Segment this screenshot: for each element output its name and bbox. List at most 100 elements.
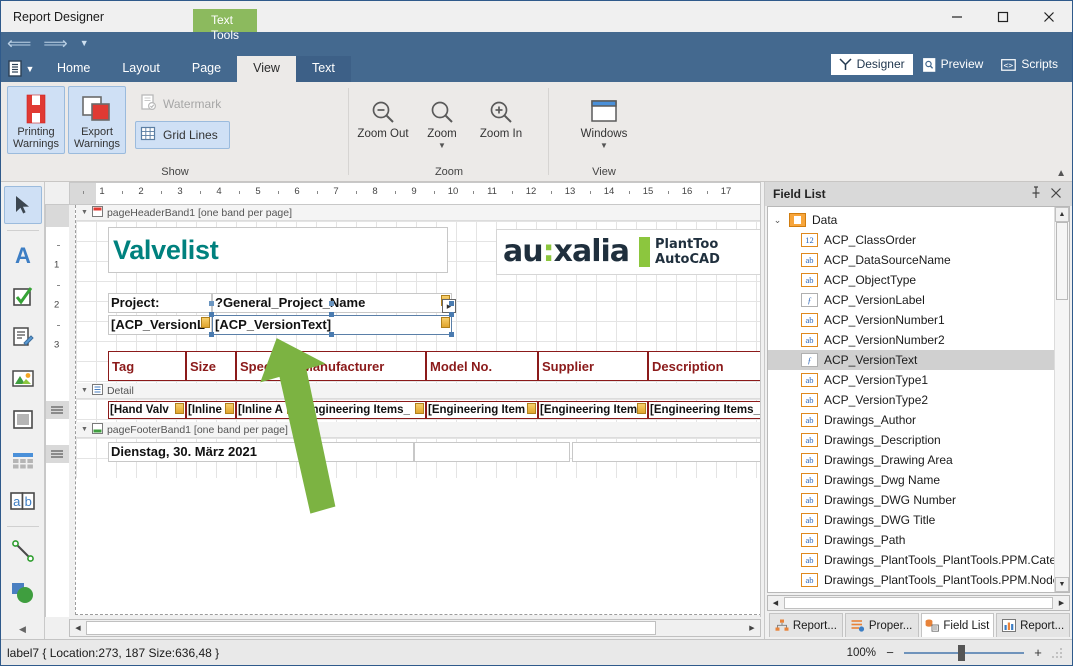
detail-cell[interactable]: [Inline — [186, 401, 236, 419]
zoom-in-button[interactable]: Zoom In — [473, 90, 529, 141]
field-list-item[interactable]: ab Drawings_PlantTools_PlantTools.PPM.Nod… — [768, 570, 1054, 590]
tab-home[interactable]: Home — [41, 56, 106, 82]
resize-grip-icon[interactable] — [1052, 646, 1066, 660]
scrollbar-track[interactable] — [656, 620, 744, 636]
picture-box-tool[interactable] — [4, 359, 42, 397]
zoom-out-button[interactable]: Zoom Out — [355, 90, 411, 141]
tab-property-grid[interactable]: Proper... — [844, 613, 919, 637]
page-footer-band-content[interactable]: Dienstag, 30. März 2021 — [76, 438, 760, 478]
resize-handle[interactable] — [329, 312, 334, 317]
tab-view[interactable]: View — [237, 56, 296, 82]
field-list-item[interactable]: ab Drawings_Author — [768, 410, 1054, 430]
smart-tag-icon[interactable] — [415, 403, 424, 414]
table-header-cell[interactable]: Spec — [236, 351, 298, 381]
tab-field-list[interactable]: Field List — [920, 613, 995, 637]
table-header-row[interactable]: Tag Size Spec Manufacturer Model No. Supplier… — [108, 351, 760, 381]
footer-date-label[interactable]: Dienstag, 30. März 2021 — [108, 442, 414, 462]
scroll-left-button[interactable]: ◀ — [768, 596, 783, 610]
designer-mode-button[interactable]: Designer — [830, 54, 913, 75]
detail-cell[interactable]: [Engineering Item — [538, 401, 648, 419]
field-list-item[interactable]: ƒ ACP_VersionLabel — [768, 290, 1054, 310]
detail-band-content[interactable]: [Hand Valv [Inline [Inline A [Engineering … — [76, 399, 760, 422]
field-list-item[interactable]: ab ACP_VersionType1 — [768, 370, 1054, 390]
detail-cell[interactable]: [Inline A — [236, 401, 298, 419]
printing-warnings-button[interactable]: Printing Warnings — [7, 86, 65, 154]
detail-row[interactable]: [Hand Valv [Inline [Inline A [Engineering … — [108, 401, 760, 419]
tab-report-gallery[interactable]: Report... — [996, 613, 1070, 637]
table-header-cell[interactable]: Description — [648, 351, 760, 381]
redo-icon[interactable]: ⟹ — [43, 35, 67, 52]
field-list-tree[interactable]: ⌄ Data 12 ACP_ClassOrder ab ACP_DataSourceNam… — [768, 207, 1054, 592]
table-header-cell[interactable]: Supplier — [538, 351, 648, 381]
resize-handle[interactable] — [449, 312, 454, 317]
band-header-page-footer[interactable]: ▼ pageFooterBand1 [one band per page] — [76, 422, 760, 438]
detail-cell[interactable]: [Engineering Items_ — [298, 401, 426, 419]
watermark-button[interactable]: Watermark — [135, 90, 230, 118]
collapse-ribbon-button[interactable]: ▲ — [1056, 168, 1066, 179]
scroll-down-button[interactable]: ▼ — [1055, 577, 1069, 592]
field-list-item[interactable]: ab Drawings_Drawing Area — [768, 450, 1054, 470]
scroll-right-button[interactable]: ▶ — [1054, 596, 1069, 610]
smart-tag-icon[interactable] — [175, 403, 184, 414]
scroll-up-button[interactable]: ▲ — [1055, 207, 1069, 222]
chevron-down-icon[interactable]: ▼ — [80, 39, 89, 48]
undo-icon[interactable]: ⟸ — [7, 35, 31, 52]
preview-mode-button[interactable]: Preview — [915, 54, 992, 75]
line-tool[interactable] — [4, 532, 42, 570]
toolbox-collapse-button[interactable]: ◀ — [19, 624, 26, 639]
chevron-down-icon[interactable]: ▼ — [81, 426, 88, 433]
zoom-slider-thumb[interactable] — [958, 644, 965, 661]
detail-cell[interactable]: [Engineering Items_D — [648, 401, 760, 419]
field-list-item[interactable]: ab Drawings_DWG Number — [768, 490, 1054, 510]
minimize-button[interactable] — [934, 1, 980, 32]
report-title-label[interactable]: Valvelist — [108, 227, 448, 273]
resize-handle[interactable] — [449, 301, 454, 306]
resize-handle[interactable] — [209, 332, 214, 337]
maximize-button[interactable] — [980, 1, 1026, 32]
windows-button[interactable]: Windows ▼ — [567, 90, 641, 150]
resize-handle[interactable] — [329, 301, 334, 306]
zoom-button[interactable]: Zoom ▼ — [414, 90, 470, 150]
project-label[interactable]: Project: — [108, 293, 212, 313]
detail-cell[interactable]: [Engineering Item — [426, 401, 538, 419]
smart-tag-icon[interactable] — [527, 403, 536, 414]
expander-icon[interactable]: ⌄ — [772, 215, 783, 226]
scripts-mode-button[interactable]: <> Scripts — [993, 54, 1066, 75]
export-warnings-button[interactable]: Export Warnings — [68, 86, 126, 154]
grid-lines-button[interactable]: Grid Lines — [135, 121, 231, 149]
chevron-down-icon[interactable]: ▼ — [81, 387, 88, 394]
band-header-page-header[interactable]: ▼ pageHeaderBand1 [one band per page] — [76, 205, 760, 221]
field-list-item[interactable]: ab ACP_VersionNumber1 — [768, 310, 1054, 330]
field-list-item[interactable]: 12 ACP_ClassOrder — [768, 230, 1054, 250]
footer-placeholder-2[interactable] — [572, 442, 760, 462]
page-header-band-content[interactable]: Valvelist au: xalia PlantToo AutoCAD Pro… — [76, 221, 760, 383]
field-list-item[interactable]: ab ACP_DataSourceName — [768, 250, 1054, 270]
tab-page[interactable]: Page — [176, 56, 237, 82]
field-list-item[interactable]: ƒ ACP_VersionText — [768, 350, 1054, 370]
field-list-item[interactable]: ab ACP_VersionType2 — [768, 390, 1054, 410]
design-surface[interactable]: ▼ pageHeaderBand1 [one band per page] Va… — [69, 204, 761, 617]
field-list-item[interactable]: ab Drawings_DWG Title — [768, 510, 1054, 530]
pointer-tool[interactable] — [3, 186, 42, 224]
table-tool[interactable] — [4, 441, 42, 479]
panel-tool[interactable] — [4, 400, 42, 438]
scrollbar-thumb[interactable] — [784, 597, 1053, 609]
field-list-root-node[interactable]: ⌄ Data — [768, 210, 1054, 230]
check-box-tool[interactable] — [4, 277, 42, 315]
close-button[interactable] — [1026, 1, 1072, 32]
application-menu-button[interactable]: ▼ — [1, 55, 41, 82]
field-list-item[interactable]: ab Drawings_PlantTools_PlantTools.PPM.Cat… — [768, 550, 1054, 570]
canvas-horizontal-scrollbar[interactable]: ◀ ▶ — [69, 619, 761, 637]
smart-tag-icon[interactable] — [441, 317, 450, 328]
resize-handle[interactable] — [209, 301, 214, 306]
scrollbar-thumb[interactable] — [1056, 222, 1068, 300]
scrollbar-track[interactable] — [1055, 300, 1069, 577]
table-header-cell[interactable]: Manufacturer — [298, 351, 426, 381]
label-tool[interactable]: A — [4, 236, 42, 274]
scroll-left-button[interactable]: ◀ — [70, 620, 86, 636]
tab-report-explorer[interactable]: Report... — [769, 613, 843, 637]
field-list-item[interactable]: ab Drawings_Path — [768, 530, 1054, 550]
detail-cell[interactable]: [Hand Valv — [108, 401, 186, 419]
smart-tag-icon[interactable] — [201, 317, 210, 328]
field-list-item[interactable]: ab ACP_ObjectType — [768, 270, 1054, 290]
